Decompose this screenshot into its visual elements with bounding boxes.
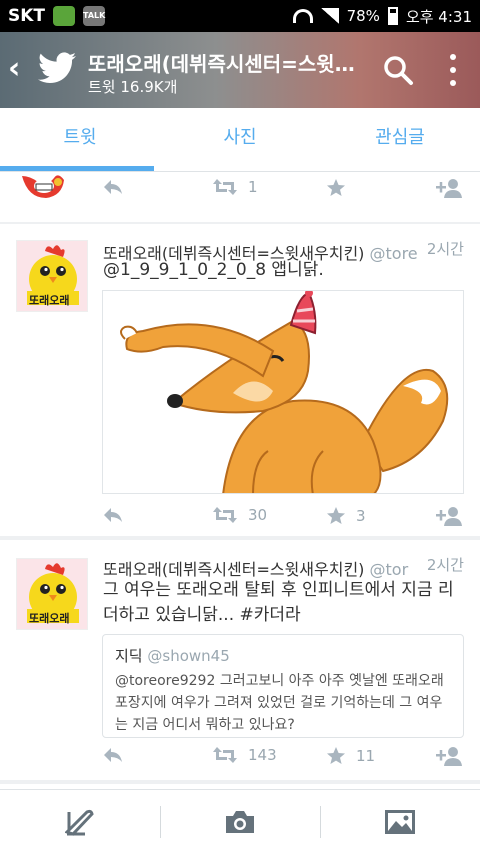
signal-icon bbox=[320, 8, 339, 24]
tweet-card[interactable]: 또래오래 또래오래(데뷔즉시센터=스윗새우치킨) @tore 2시간 @1_9_… bbox=[0, 224, 480, 536]
avatar[interactable]: 또래오래 bbox=[16, 558, 88, 630]
reply-button[interactable] bbox=[102, 178, 124, 196]
camera-button[interactable] bbox=[160, 790, 320, 853]
avatar[interactable]: 또래오래 bbox=[16, 240, 88, 312]
tab-tweets[interactable]: 트윗 bbox=[0, 108, 160, 171]
tweet-card-partial[interactable]: 1 bbox=[0, 172, 480, 222]
quoted-text: @toreore9292 그러고보니 아주 아주 옛날엔 또래오래 포장지에 여… bbox=[115, 673, 444, 733]
avatar-label: 또래오래 bbox=[29, 294, 70, 307]
tab-favorites[interactable]: 관심글 bbox=[320, 108, 480, 171]
quoted-author-handle: @shown45 bbox=[147, 647, 230, 665]
favorite-button[interactable]: 3 bbox=[326, 506, 366, 526]
kakaotalk-icon: TALK bbox=[83, 6, 105, 26]
reply-icon bbox=[104, 180, 122, 194]
quoted-tweet[interactable]: 지딕 @shown45 @toreore9292 그러고보니 아주 아주 옛날엔… bbox=[102, 634, 464, 738]
quoted-author: 지딕 @shown45 bbox=[115, 645, 451, 666]
carrier-label: SKT bbox=[8, 6, 46, 26]
battery-percent: 78% bbox=[346, 7, 380, 25]
tweet-count: 트윗 16.9K개 bbox=[88, 78, 178, 96]
tab-photos[interactable]: 사진 bbox=[160, 108, 320, 171]
gallery-icon bbox=[385, 809, 415, 834]
bottom-toolbar bbox=[0, 789, 480, 853]
status-bar: SKT TALK 78% 오후 4:31 bbox=[0, 0, 480, 32]
retweet-icon bbox=[213, 747, 237, 763]
reply-icon bbox=[104, 508, 122, 522]
gallery-button[interactable] bbox=[320, 790, 480, 853]
author-name: 또래오래(데뷔즉시센터=스윗새우치킨) bbox=[103, 560, 365, 579]
avatar-label: 또래오래 bbox=[29, 612, 70, 625]
retweet-button[interactable]: 143 bbox=[212, 746, 277, 764]
star-icon bbox=[327, 507, 345, 524]
add-user-icon bbox=[436, 507, 462, 526]
tweet-actions: 143 11 bbox=[0, 746, 480, 776]
follow-button[interactable] bbox=[436, 178, 464, 198]
quoted-author-name: 지딕 bbox=[115, 647, 143, 665]
favorite-button[interactable] bbox=[326, 178, 346, 198]
retweet-count: 30 bbox=[248, 506, 268, 524]
retweet-count: 1 bbox=[248, 178, 258, 196]
active-tab-indicator bbox=[0, 166, 154, 171]
star-icon bbox=[327, 747, 345, 764]
favorite-button[interactable]: 11 bbox=[326, 746, 375, 766]
retweet-button[interactable]: 1 bbox=[212, 178, 258, 196]
overflow-menu-icon[interactable] bbox=[448, 54, 458, 86]
favorite-count: 11 bbox=[356, 747, 376, 765]
profile-title: 또래오래(데뷔즉시센터=스윗새우치킨) bbox=[88, 52, 360, 76]
fox-illustration-image bbox=[103, 291, 463, 493]
tweet-author[interactable]: 또래오래(데뷔즉시센터=스윗새우치킨) @tor bbox=[103, 556, 408, 580]
battery-icon bbox=[387, 7, 398, 25]
back-button[interactable]: ‹ bbox=[8, 54, 20, 84]
add-user-icon bbox=[436, 747, 462, 766]
tweet-text: 그 여우는 또래오래 탈퇴 후 인피니트에서 지금 리더하고 있습니닭... #… bbox=[103, 580, 454, 625]
search-icon[interactable] bbox=[382, 54, 414, 86]
tweet-actions: 30 3 bbox=[0, 506, 480, 536]
tweet-timestamp: 2시간 bbox=[422, 554, 464, 575]
tweet-timestamp: 2시간 bbox=[422, 238, 464, 259]
compose-tweet-button[interactable] bbox=[0, 790, 160, 853]
screen: SKT TALK 78% 오후 4:31 ‹ 또래오래(데뷔즉시센터=스윗새우치… bbox=[0, 0, 480, 853]
tweet-actions: 1 bbox=[0, 178, 480, 208]
camera-icon bbox=[226, 810, 254, 833]
compose-icon bbox=[65, 809, 94, 836]
tweet-text: @1_9_9_1_0_2_0_8 앱니닭. bbox=[103, 260, 324, 280]
app-notification-icon bbox=[53, 6, 76, 26]
retweet-button[interactable]: 30 bbox=[212, 506, 267, 524]
retweet-icon bbox=[213, 179, 237, 195]
tweet-media[interactable] bbox=[102, 290, 464, 494]
profile-tabs: 트윗 사진 관심글 bbox=[0, 108, 480, 172]
reply-icon bbox=[104, 748, 122, 762]
follow-button[interactable] bbox=[436, 746, 464, 766]
reply-button[interactable] bbox=[102, 506, 124, 524]
wifi-icon bbox=[292, 9, 313, 23]
profile-app-bar: ‹ 또래오래(데뷔즉시센터=스윗새우치킨) 트윗 16.9K개 bbox=[0, 32, 480, 108]
reply-button[interactable] bbox=[102, 746, 124, 764]
author-handle: @tor bbox=[369, 560, 409, 579]
retweet-count: 143 bbox=[248, 746, 277, 764]
retweet-icon bbox=[213, 507, 237, 523]
tweet-card[interactable]: 또래오래 또래오래(데뷔즉시센터=스윗새우치킨) @tor 2시간 그 여우는 … bbox=[0, 540, 480, 780]
favorite-count: 3 bbox=[356, 507, 366, 525]
twitter-bird-icon bbox=[38, 52, 76, 84]
follow-button[interactable] bbox=[436, 506, 464, 526]
add-user-icon bbox=[436, 179, 462, 198]
star-icon bbox=[327, 179, 345, 196]
clock: 오후 4:31 bbox=[405, 7, 472, 26]
